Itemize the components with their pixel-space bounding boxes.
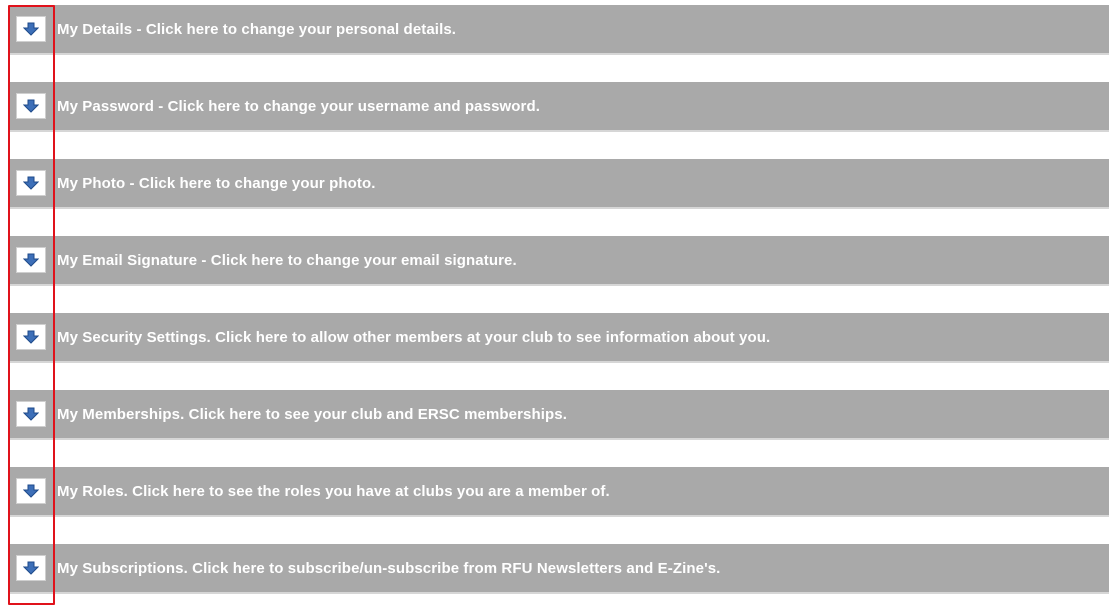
arrow-down-icon [23,176,39,190]
accordion-row-label: My Security Settings. Click here to allo… [57,328,771,346]
arrow-down-icon [23,561,39,575]
accordion-row-my-photo[interactable]: My Photo - Click here to change your pho… [10,159,1109,209]
accordion-row-label: My Memberships. Click here to see your c… [57,405,567,423]
accordion-row-label: My Email Signature - Click here to chang… [57,251,517,269]
expand-toggle-button[interactable] [16,478,46,504]
expand-toggle-button[interactable] [16,247,46,273]
accordion-row-my-email-signature[interactable]: My Email Signature - Click here to chang… [10,236,1109,286]
accordion-row-label: My Subscriptions. Click here to subscrib… [57,559,721,577]
expand-toggle-button[interactable] [16,170,46,196]
accordion-row-my-subscriptions[interactable]: My Subscriptions. Click here to subscrib… [10,544,1109,594]
accordion-row-label: My Details - Click here to change your p… [57,20,457,38]
accordion-row-my-memberships[interactable]: My Memberships. Click here to see your c… [10,390,1109,440]
arrow-down-icon [23,99,39,113]
expand-toggle-button[interactable] [16,555,46,581]
expand-toggle-button[interactable] [16,324,46,350]
accordion-row-my-roles[interactable]: My Roles. Click here to see the roles yo… [10,467,1109,517]
arrow-down-icon [23,22,39,36]
expand-toggle-button[interactable] [16,16,46,42]
arrow-down-icon [23,253,39,267]
accordion-row-my-password[interactable]: My Password - Click here to change your … [10,82,1109,132]
accordion-row-label: My Roles. Click here to see the roles yo… [57,482,610,500]
accordion-row-label: My Password - Click here to change your … [57,97,541,115]
accordion-row-my-security-settings[interactable]: My Security Settings. Click here to allo… [10,313,1109,363]
arrow-down-icon [23,330,39,344]
profile-sections-page: My Details - Click here to change your p… [0,0,1109,606]
accordion-row-label: My Photo - Click here to change your pho… [57,174,376,192]
expand-toggle-button[interactable] [16,401,46,427]
arrow-down-icon [23,407,39,421]
expand-toggle-button[interactable] [16,93,46,119]
arrow-down-icon [23,484,39,498]
accordion-row-my-details[interactable]: My Details - Click here to change your p… [10,5,1109,55]
